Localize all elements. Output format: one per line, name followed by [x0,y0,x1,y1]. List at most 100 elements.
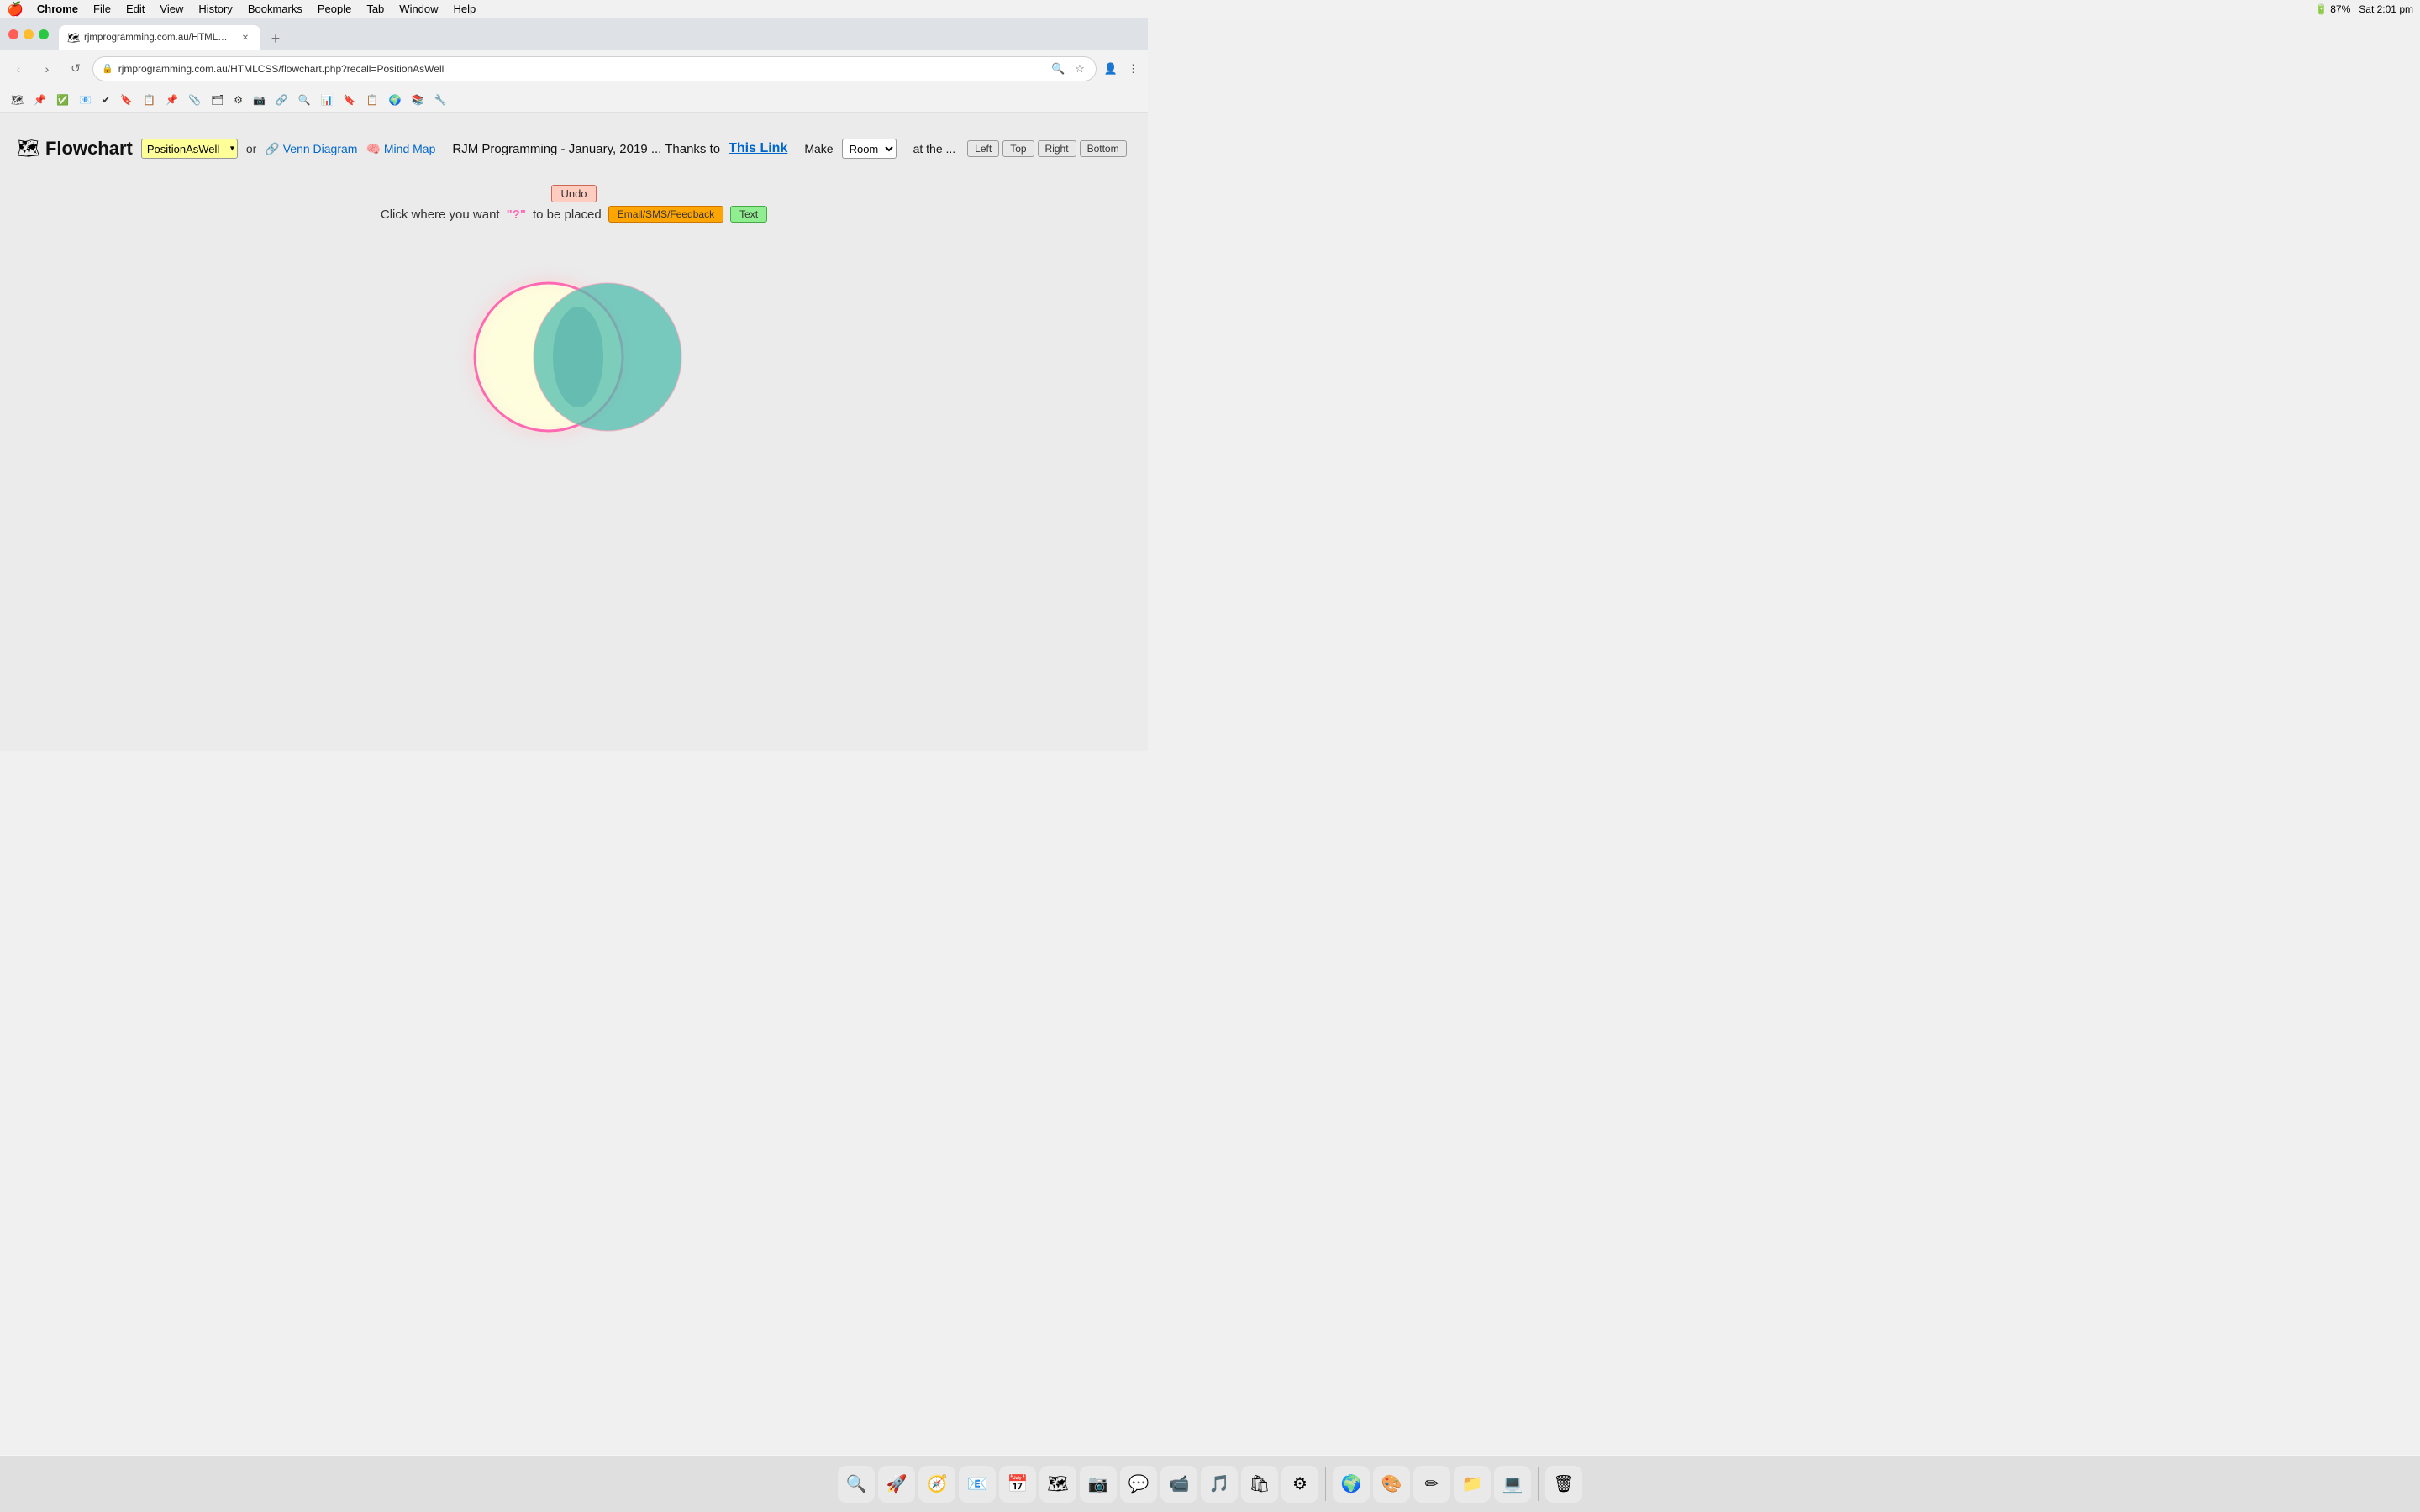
dock-system-prefs[interactable]: ⚙ [1281,1466,1318,1503]
dock-terminal[interactable]: 💻 [1494,1466,1531,1503]
menubar-tab[interactable]: Tab [360,3,391,15]
forward-button[interactable]: › [35,57,59,81]
bookmark-6[interactable]: 📋 [139,92,160,108]
bookmark-4[interactable]: ✔ [97,92,114,108]
dock-finder[interactable]: 🔍 [838,1466,875,1503]
bookmarks-bar: 🗺 📌 ✅ 📧 ✔ 🔖 📋 📌 📎 🗂 ⚙ 📷 🔗 🔍 📊 🔖 📋 🌍 📚 🔧 [0,87,1148,113]
close-button[interactable] [8,29,18,39]
bookmark-5[interactable]: 🔖 [116,92,137,108]
menubar-history[interactable]: History [192,3,239,15]
venn-icon: 🔗 [265,142,279,156]
this-link[interactable]: This Link [729,141,787,156]
rjm-text: RJM Programming - January, 2019 ... Than… [452,142,720,156]
mind-map-link[interactable]: 🧠 Mind Map [366,142,435,156]
venn-label: Venn Diagram [283,142,358,155]
undo-button[interactable]: Undo [551,185,596,202]
minimize-button[interactable] [24,29,34,39]
page-header: 🗺 Flowchart PositionAsWell or 🔗 Venn Dia… [17,129,1131,168]
instruction-area: Undo Click where you want "?" to be plac… [17,185,1131,223]
menubar-people[interactable]: People [311,3,358,15]
dock-launchpad[interactable]: 🚀 [878,1466,915,1503]
at-the-text: at the ... [913,142,956,155]
dock-separator-2 [1538,1467,1539,1501]
dock-messages[interactable]: 💬 [1120,1466,1157,1503]
dock-safari[interactable]: 🧭 [918,1466,955,1503]
dock-photoshop[interactable]: 🎨 [1373,1466,1410,1503]
dock: 🔍 🚀 🧭 📧 📅 🗺 📷 💬 📹 🎵 🛍 ⚙ 🌍 🎨 ✏ 📁 💻 🗑 [0,1455,2420,1512]
search-icon[interactable]: 🔍 [1049,60,1067,78]
menubar-view[interactable]: View [153,3,190,15]
dock-appstore[interactable]: 🛍 [1241,1466,1278,1503]
bookmark-1[interactable]: 📌 [29,92,50,108]
menubar-right: 🔋 87% Sat 2:01 pm [2315,3,2413,15]
tab-active[interactable]: 🗺 rjmprogramming.com.au/HTMLCSS/flowchar… [59,25,260,50]
instruction-mark: "?" [507,207,526,222]
dock-mail[interactable]: 📧 [959,1466,996,1503]
menubar-chrome[interactable]: Chrome [30,3,85,15]
page-content: 🗺 Flowchart PositionAsWell or 🔗 Venn Dia… [0,113,1148,751]
menubar-help[interactable]: Help [447,3,483,15]
bookmark-7[interactable]: 📌 [161,92,182,108]
room-select[interactable]: Room [842,139,897,159]
maximize-button[interactable] [39,29,49,39]
venn-diagram-area[interactable] [17,231,1131,483]
instruction-part1: Click where you want [381,207,500,222]
bookmark-14[interactable]: 📊 [317,92,338,108]
dock-calendar[interactable]: 📅 [999,1466,1036,1503]
bookmark-18[interactable]: 📚 [408,92,429,108]
bookmark-15[interactable]: 🔖 [339,92,360,108]
dock-xd[interactable]: ✏ [1413,1466,1450,1503]
tab-close-button[interactable]: ✕ [239,31,252,45]
bookmark-3[interactable]: 📧 [75,92,96,108]
menubar-items: Chrome File Edit View History Bookmarks … [30,3,482,15]
refresh-button[interactable]: ↺ [64,57,87,81]
menubar: 🍎 Chrome File Edit View History Bookmark… [0,0,2420,18]
bookmark-0[interactable]: 🗺 [7,92,28,108]
bookmark-2[interactable]: ✅ [52,92,73,108]
back-button[interactable]: ‹ [7,57,30,81]
bookmark-11[interactable]: 📷 [249,92,270,108]
bookmark-8[interactable]: 📎 [184,92,205,108]
dock-chrome[interactable]: 🌍 [1333,1466,1370,1503]
dock-trash[interactable]: 🗑 [1545,1466,1582,1503]
toolbar: ‹ › ↺ 🔒 rjmprogramming.com.au/HTMLCSS/fl… [0,50,1148,87]
pos-top-button[interactable]: Top [1002,140,1034,157]
bookmark-17[interactable]: 🌍 [385,92,406,108]
bookmark-10[interactable]: ⚙ [229,92,247,108]
bookmark-16[interactable]: 📋 [362,92,383,108]
text-button[interactable]: Text [730,206,767,223]
dock-maps[interactable]: 🗺 [1039,1466,1076,1503]
menubar-file[interactable]: File [87,3,118,15]
menu-icon[interactable]: ⋮ [1125,60,1141,78]
new-tab-button[interactable]: + [264,27,287,50]
bookmark-19[interactable]: 🔧 [430,92,451,108]
apple-icon[interactable]: 🍎 [7,1,24,18]
venn-intersection [553,307,603,407]
address-text: rjmprogramming.com.au/HTMLCSS/flowchart.… [118,63,1044,75]
diagram-type-select[interactable]: PositionAsWell [141,139,238,159]
tab-favicon: 🗺 [67,32,79,44]
flowchart-title-area: 🗺 Flowchart [17,138,133,160]
address-bar[interactable]: 🔒 rjmprogramming.com.au/HTMLCSS/flowchar… [92,56,1097,81]
email-feedback-button[interactable]: Email/SMS/Feedback [608,206,723,223]
dock-photos[interactable]: 📷 [1080,1466,1117,1503]
venn-diagram-link[interactable]: 🔗 Venn Diagram [265,142,357,156]
instruction-text: Click where you want "?" to be placed Em… [17,206,1131,223]
dock-filezilla[interactable]: 📁 [1454,1466,1491,1503]
bookmark-9[interactable]: 🗂 [207,92,228,108]
bookmark-13[interactable]: 🔍 [294,92,315,108]
star-icon[interactable]: ☆ [1072,60,1087,78]
menubar-bookmarks[interactable]: Bookmarks [241,3,309,15]
window-controls [8,29,49,39]
menubar-edit[interactable]: Edit [119,3,151,15]
tab-bar: 🗺 rjmprogramming.com.au/HTMLCSS/flowchar… [0,18,1148,50]
pos-left-button[interactable]: Left [967,140,999,157]
pos-bottom-button[interactable]: Bottom [1080,140,1127,157]
pos-right-button[interactable]: Right [1038,140,1076,157]
dock-itunes[interactable]: 🎵 [1201,1466,1238,1503]
dock-facetime[interactable]: 📹 [1160,1466,1197,1503]
bookmark-12[interactable]: 🔗 [271,92,292,108]
mind-label: Mind Map [384,142,435,155]
profile-icon[interactable]: 👤 [1102,60,1120,78]
menubar-window[interactable]: Window [392,3,445,15]
